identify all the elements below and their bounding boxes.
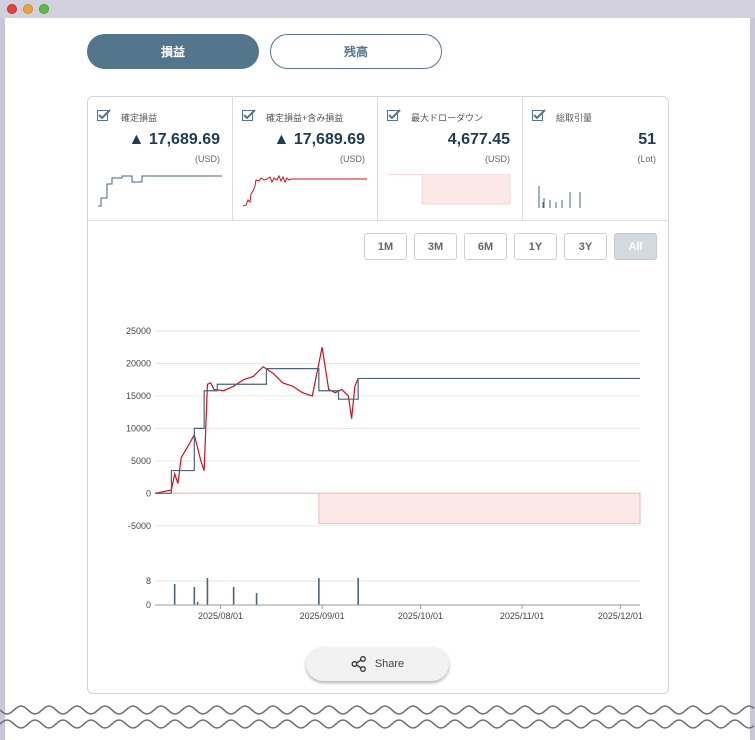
- y-tick-label: 10000: [126, 423, 151, 433]
- y-tick-label: 0: [146, 488, 151, 498]
- x-tick-label: 2025/12/01: [598, 611, 643, 621]
- stat-label: 確定損益+含み損益: [266, 113, 344, 123]
- maximize-window-icon[interactable]: [39, 4, 49, 14]
- stat-unit: (Lot): [637, 154, 656, 164]
- tab-profit[interactable]: 損益: [87, 34, 259, 69]
- range-3y-button[interactable]: 3Y: [564, 233, 607, 260]
- range-6m-button[interactable]: 6M: [464, 233, 507, 260]
- range-all-button[interactable]: All: [614, 233, 657, 260]
- x-tick-label: 2025/09/01: [300, 611, 345, 621]
- x-tick-label: 2025/11/01: [500, 611, 544, 621]
- profit-chart: 25000 20000 15000 10000 5000 0 -5000 8 0 2025/08/…: [126, 326, 643, 621]
- share-icon: [351, 656, 366, 672]
- panel-divider: [88, 220, 668, 221]
- stat-value: ▲ 17,689.69: [128, 131, 220, 148]
- share-label: Share: [374, 658, 405, 670]
- stat-label: 最大ドローダウン: [411, 113, 484, 123]
- realized-sparkline: [98, 175, 222, 207]
- stat-value: ▲ 17,689.69: [273, 131, 365, 148]
- range-1m-button[interactable]: 1M: [364, 233, 407, 260]
- y-tick-label: 25000: [126, 326, 151, 336]
- stat-unit: (USD): [485, 154, 510, 164]
- stat-total-volume: 総取引量 51 (Lot): [523, 96, 668, 220]
- volume-y-tick-label: 8: [146, 576, 151, 586]
- x-tick-label: 2025/08/01: [198, 611, 243, 621]
- stat-label: 確定損益: [121, 113, 158, 123]
- unrealized-series-line: [154, 347, 359, 494]
- tab-balance[interactable]: 残高: [270, 34, 442, 69]
- minimize-window-icon[interactable]: [23, 4, 33, 14]
- volume-y-tick-label: 0: [146, 600, 151, 610]
- stat-label: 総取引量: [556, 113, 593, 123]
- realized-series-line: [155, 368, 640, 494]
- window-titlebar: [0, 0, 755, 18]
- stat-value: 4,677.45: [447, 131, 510, 148]
- stat-value: 51: [638, 131, 656, 148]
- y-tick-label: 15000: [126, 391, 151, 401]
- checkbox-checked-icon[interactable]: [242, 109, 256, 121]
- stat-realized-profit: 確定損益 ▲ 17,689.69 (USD): [88, 96, 233, 220]
- total-sparkline: [243, 174, 367, 207]
- stat-unit: (USD): [340, 154, 365, 164]
- y-tick-label: -5000: [128, 521, 151, 531]
- close-window-icon[interactable]: [7, 4, 17, 14]
- range-1y-button[interactable]: 1Y: [514, 233, 557, 260]
- y-tick-label: 20000: [126, 358, 151, 368]
- stat-total-profit: 確定損益+含み損益 ▲ 17,689.69 (USD): [233, 96, 378, 220]
- x-tick-label: 2025/10/01: [398, 611, 443, 621]
- stat-max-drawdown: 最大ドローダウン 4,677.45 (USD): [378, 96, 523, 220]
- share-button[interactable]: Share: [306, 647, 449, 681]
- stat-unit: (USD): [195, 154, 220, 164]
- checkbox-checked-icon[interactable]: [387, 109, 401, 121]
- torn-edge: [0, 705, 755, 729]
- checkbox-checked-icon[interactable]: [532, 109, 546, 121]
- checkbox-checked-icon[interactable]: [97, 109, 111, 121]
- volume-sparkline: [538, 186, 581, 208]
- drawdown-area: [155, 492, 641, 525]
- drawdown-sparkline: [388, 174, 511, 205]
- y-tick-label: 5000: [131, 456, 151, 466]
- range-3m-button[interactable]: 3M: [414, 233, 457, 260]
